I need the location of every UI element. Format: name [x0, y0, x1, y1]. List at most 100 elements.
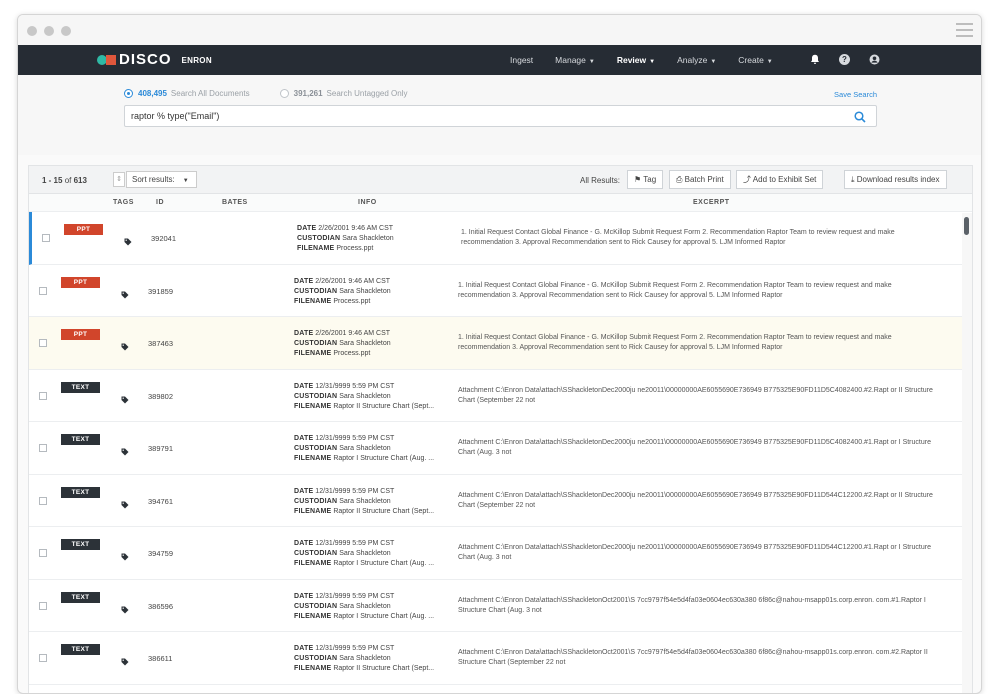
results-scrollbar[interactable] — [962, 213, 972, 693]
custodian-value: Sara Shackleton — [339, 340, 391, 347]
search-icon[interactable] — [854, 110, 866, 123]
document-excerpt: Attachment C:\Enron Data\attach\SShackle… — [458, 491, 933, 509]
document-info: DATE 12/31/9999 5:59 PM CST CUSTODIAN Sar… — [294, 539, 454, 569]
custodian-label: CUSTODIAN — [294, 392, 338, 400]
tag-icon[interactable] — [121, 286, 129, 298]
file-type-badge: PPT — [64, 224, 103, 235]
row-checkbox[interactable] — [39, 391, 47, 400]
column-info[interactable]: INFO — [358, 199, 377, 206]
tag-icon[interactable] — [121, 338, 129, 351]
row-checkbox[interactable] — [39, 286, 47, 295]
document-id[interactable]: 386611 — [148, 654, 172, 663]
tag-icon[interactable] — [121, 391, 129, 403]
table-row[interactable]: PPT 387463 DATE 2/26/2001 9:46 AM CST CUSTO… — [29, 317, 972, 370]
date-value: 12/31/9999 5:59 PM CST — [315, 435, 395, 442]
document-id[interactable]: 387463 — [148, 339, 173, 348]
document-id[interactable]: 391859 — [148, 287, 173, 296]
app-name: DISCO — [119, 51, 172, 68]
document-info: DATE 12/31/9999 5:59 PM CST CUSTODIAN Sar… — [294, 644, 454, 674]
tag-icon[interactable] — [121, 443, 129, 456]
window-zoom-dot[interactable] — [61, 26, 71, 36]
help-icon[interactable]: ? — [839, 54, 850, 65]
table-row[interactable]: TEXT 394761 DATE 12/31/9999 5:59 PM CST CUS… — [29, 474, 972, 527]
row-checkbox[interactable] — [39, 444, 47, 452]
custodian-value: Sara Shackleton — [339, 392, 391, 400]
nav-item-label: Analyze — [677, 55, 708, 65]
filename-label: FILENAME — [294, 560, 332, 567]
table-row[interactable]: TEXT 386596 DATE 12/31/9999 5:59 PM CST CUS… — [29, 579, 972, 632]
nav-item-ingest[interactable]: Ingest — [510, 55, 533, 65]
file-type-badge: TEXT — [61, 434, 100, 445]
table-row[interactable]: TEXT 394759 DATE 12/31/9999 5:59 PM CST CUS… — [29, 527, 972, 580]
nav-item-create[interactable]: Create ▼ — [738, 55, 772, 65]
filename-value: Raptor I Structure Chart (Aug. ... — [333, 560, 435, 567]
table-row[interactable]: TEXT 389802 DATE 12/31/9999 5:59 PM CST CUS… — [29, 369, 972, 422]
table-row[interactable]: PPT 392041 DATE 2/26/2001 9:46 AM CST CUSTO… — [29, 212, 972, 265]
user-icon[interactable] — [869, 54, 880, 65]
search-input[interactable] — [125, 106, 825, 126]
tag-icon[interactable] — [121, 601, 129, 613]
download-icon: ⤓ — [851, 175, 855, 184]
filename-label: FILENAME — [294, 612, 332, 620]
disco-logo[interactable]: DISCO ENRON — [97, 52, 212, 68]
search-all-label[interactable]: Search All Documents — [171, 89, 250, 98]
tag-button[interactable]: ⚑ Tag — [627, 170, 664, 189]
filename-label: FILENAME — [294, 297, 332, 305]
save-search-link[interactable]: Save Search — [834, 90, 877, 99]
row-checkbox[interactable] — [39, 654, 47, 662]
window-minimize-dot[interactable] — [44, 26, 54, 36]
tag-icon[interactable] — [121, 496, 129, 508]
window-close-dot[interactable] — [27, 26, 37, 36]
column-id[interactable]: ID — [156, 199, 164, 206]
batch-print-button[interactable]: ⎙ Batch Print — [669, 170, 731, 189]
document-id[interactable]: 386596 — [148, 602, 173, 611]
top-navbar: DISCO ENRON Ingest Manage ▼ Review ▼ Analyze ▼… — [18, 45, 981, 75]
filename-label: FILENAME — [294, 402, 332, 410]
tag-icon[interactable] — [124, 233, 132, 246]
search-untagged-label[interactable]: Search Untagged Only — [327, 89, 408, 98]
bell-icon[interactable] — [809, 54, 820, 65]
sort-direction-icon[interactable]: ⇕ — [113, 172, 125, 187]
sort-select[interactable]: Sort results: ▼ — [126, 171, 197, 188]
date-label: DATE — [294, 645, 314, 652]
row-checkbox[interactable] — [42, 234, 50, 242]
radio-search-untagged[interactable] — [279, 89, 289, 98]
document-id[interactable]: 389791 — [148, 444, 173, 453]
row-checkbox[interactable] — [39, 549, 47, 557]
search-scope-options: 408,495 Search All Documents 391,261 Sea… — [124, 89, 407, 98]
row-checkbox[interactable] — [39, 496, 47, 505]
custodian-value: Sara Shackleton — [339, 497, 391, 505]
custodian-label: CUSTODIAN — [297, 235, 341, 242]
document-id[interactable]: 394761 — [148, 497, 173, 506]
custodian-value: Sara Shackleton — [339, 602, 391, 610]
filename-value: Process.ppt — [333, 297, 371, 305]
search-panel: 408,495 Search All Documents 391,261 Sea… — [18, 75, 981, 155]
custodian-label: CUSTODIAN — [294, 655, 338, 662]
nav-item-analyze[interactable]: Analyze ▼ — [677, 55, 716, 65]
nav-item-review[interactable]: Review ▼ — [617, 55, 655, 65]
column-excerpt[interactable]: EXCERPT — [693, 199, 730, 206]
document-excerpt: Attachment C:\Enron Data\attach\SShackle… — [458, 544, 931, 561]
column-bates[interactable]: BATES — [222, 199, 248, 206]
document-id[interactable]: 392041 — [151, 234, 176, 243]
document-id[interactable]: 389802 — [148, 392, 173, 401]
nav-item-manage[interactable]: Manage ▼ — [555, 55, 595, 65]
row-checkbox[interactable] — [39, 339, 47, 347]
add-to-exhibit-button[interactable]: ⤴ Add to Exhibit Set — [736, 170, 824, 189]
menu-icon[interactable] — [956, 23, 973, 37]
table-row[interactable]: TEXT 389791 DATE 12/31/9999 5:59 PM CST CUS… — [29, 422, 972, 475]
custodian-value: Sara Shackleton — [339, 287, 391, 295]
custodian-label: CUSTODIAN — [294, 340, 338, 347]
scrollbar-thumb[interactable] — [964, 217, 969, 235]
row-checkbox[interactable] — [39, 601, 47, 610]
column-tags[interactable]: TAGS — [113, 199, 134, 206]
tag-icon[interactable] — [121, 653, 129, 666]
tag-icon[interactable] — [121, 548, 129, 561]
radio-search-all[interactable] — [124, 89, 133, 98]
table-row[interactable]: TEXT 386611 DATE 12/31/9999 5:59 PM CST CUS… — [29, 632, 972, 685]
all-documents-count: 408,495 — [138, 89, 167, 98]
document-id[interactable]: 394759 — [148, 549, 173, 558]
filename-label: FILENAME — [294, 665, 332, 672]
table-row[interactable]: PPT 391859 DATE 2/26/2001 9:46 AM CST CUSTO… — [29, 264, 972, 317]
download-index-button[interactable]: ⤓ Download results index — [844, 170, 947, 189]
